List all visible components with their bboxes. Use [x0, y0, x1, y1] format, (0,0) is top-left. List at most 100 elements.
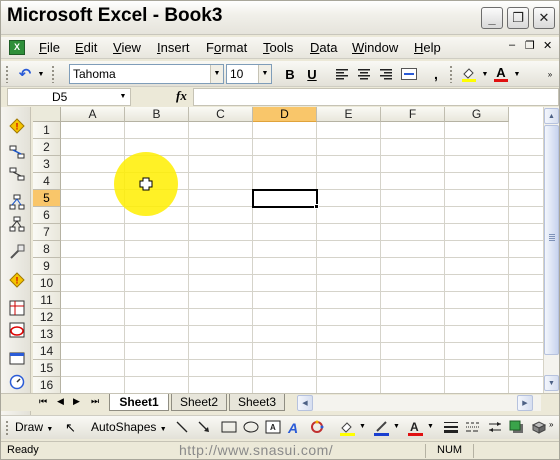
menu-view[interactable]: View [113, 40, 141, 55]
line-color-dropdown-icon[interactable]: ▼ [393, 423, 400, 430]
vertical-scroll-thumb[interactable] [544, 125, 559, 355]
select-all-corner[interactable] [33, 107, 61, 122]
line-color-icon[interactable] [373, 420, 391, 439]
prev-sheet-icon[interactable]: ◀ [57, 396, 64, 407]
circle-invalid-data-icon[interactable] [8, 321, 26, 339]
scroll-up-icon[interactable]: ▲ [544, 108, 559, 124]
toolbar-grip-2[interactable] [51, 65, 55, 83]
menu-insert[interactable]: Insert [157, 40, 190, 55]
column-header-d[interactable]: D [253, 107, 317, 122]
shadow-style-icon[interactable] [509, 420, 525, 437]
row-header-7[interactable]: 7 [33, 224, 61, 241]
row-header-13[interactable]: 13 [33, 326, 61, 343]
undo-dropdown-icon[interactable]: ▼ [37, 65, 45, 83]
font-name-combo[interactable]: Tahoma ▼ [69, 64, 224, 84]
row-header-11[interactable]: 11 [33, 292, 61, 309]
drawbar-grip[interactable] [5, 420, 9, 436]
excel-doc-icon[interactable]: X [9, 40, 25, 55]
arrow-icon[interactable] [197, 420, 211, 437]
name-box[interactable]: D5 ▼ [7, 88, 131, 106]
row-header-6[interactable]: 6 [33, 207, 61, 224]
merge-center-icon[interactable] [399, 65, 419, 83]
font-color-draw-dropdown-icon[interactable]: ▼ [427, 423, 434, 430]
line-style-icon[interactable] [443, 420, 459, 437]
select-objects-icon[interactable]: ↖ [65, 420, 76, 436]
toolbar-grip[interactable] [5, 65, 9, 83]
menu-file[interactable]: File [39, 40, 60, 55]
next-sheet-icon[interactable]: ▶ [73, 396, 80, 407]
minimize-button[interactable]: _ [481, 7, 503, 29]
active-cell[interactable] [252, 189, 318, 208]
doc-minimize-button[interactable]: – [509, 39, 515, 51]
font-size-combo[interactable]: 10 ▼ [226, 64, 272, 84]
name-box-dropdown-icon[interactable]: ▼ [116, 89, 130, 105]
remove-dependents-icon[interactable] [8, 215, 26, 233]
column-header-f[interactable]: F [381, 107, 445, 122]
font-color-draw-icon[interactable]: A [407, 420, 425, 439]
column-header-c[interactable]: C [189, 107, 253, 122]
fill-color-draw-icon[interactable] [339, 420, 357, 439]
row-header-12[interactable]: 12 [33, 309, 61, 326]
scroll-left-icon[interactable]: ◀ [297, 395, 313, 411]
fill-color-draw-dropdown-icon[interactable]: ▼ [359, 423, 366, 430]
row-header-15[interactable]: 15 [33, 360, 61, 377]
comma-style-button[interactable]: , [429, 65, 443, 83]
column-header-a[interactable]: A [61, 107, 125, 122]
fill-handle[interactable] [314, 204, 319, 209]
diagram-icon[interactable] [309, 420, 325, 437]
toolbar-options-icon[interactable]: » [546, 65, 554, 83]
trace-error-icon[interactable]: ! [8, 117, 26, 135]
row-header-9[interactable]: 9 [33, 258, 61, 275]
menu-help[interactable]: Help [414, 40, 441, 55]
scroll-right-icon[interactable]: ▶ [517, 395, 533, 411]
watch-window-icon[interactable] [8, 349, 26, 367]
oval-icon[interactable] [243, 420, 259, 437]
align-center-icon[interactable] [355, 65, 373, 83]
menu-edit[interactable]: Edit [75, 40, 97, 55]
close-button[interactable]: ✕ [533, 7, 555, 29]
drawbar-options-icon[interactable]: » [549, 420, 553, 429]
bold-button[interactable]: B [281, 65, 299, 83]
dash-style-icon[interactable] [465, 420, 481, 437]
fill-color-dropdown-icon[interactable]: ▼ [481, 65, 489, 83]
draw-menu[interactable]: Draw ▼ [15, 420, 53, 434]
formula-input[interactable] [193, 88, 559, 106]
new-comment-icon[interactable] [8, 299, 26, 317]
remove-precedents-icon[interactable] [8, 165, 26, 183]
insert-function-icon[interactable]: fx [176, 88, 187, 104]
fill-color-icon[interactable] [459, 65, 479, 83]
line-icon[interactable] [175, 420, 189, 437]
row-header-5[interactable]: 5 [33, 190, 61, 207]
toolbar-grip-3[interactable] [449, 65, 453, 83]
column-header-g[interactable]: G [445, 107, 509, 122]
doc-close-button[interactable]: ✕ [543, 39, 552, 52]
row-header-3[interactable]: 3 [33, 156, 61, 173]
worksheet-grid[interactable]: A B C D E F G 1 2 3 4 5 6 7 8 9 10 11 12 13 14 15 16 [33, 107, 543, 393]
first-sheet-icon[interactable]: ⏮ [39, 396, 47, 407]
vertical-scrollbar[interactable]: ▲ ▼ [543, 107, 559, 393]
row-header-1[interactable]: 1 [33, 122, 61, 139]
tab-sheet3[interactable]: Sheet3 [229, 394, 285, 411]
row-header-16[interactable]: 16 [33, 377, 61, 393]
font-color-icon[interactable]: A [491, 65, 511, 83]
align-left-icon[interactable] [333, 65, 351, 83]
font-name-dropdown-icon[interactable]: ▼ [210, 65, 223, 83]
align-right-icon[interactable] [377, 65, 395, 83]
trace-precedents-icon[interactable] [8, 143, 26, 161]
row-header-4[interactable]: 4 [33, 173, 61, 190]
error-checking-icon[interactable]: ! [8, 271, 26, 289]
autoshapes-menu[interactable]: AutoShapes ▼ [91, 420, 167, 434]
undo-icon[interactable]: ↶ [15, 65, 35, 83]
row-header-10[interactable]: 10 [33, 275, 61, 292]
tab-sheet2[interactable]: Sheet2 [171, 394, 227, 411]
tab-sheet1[interactable]: Sheet1 [109, 394, 169, 411]
menu-data[interactable]: Data [310, 40, 337, 55]
remove-all-arrows-icon[interactable] [8, 243, 26, 261]
row-header-2[interactable]: 2 [33, 139, 61, 156]
row-header-14[interactable]: 14 [33, 343, 61, 360]
restore-button[interactable]: ❐ [507, 7, 529, 29]
underline-button[interactable]: U [303, 65, 321, 83]
menu-format[interactable]: Format [206, 40, 247, 55]
font-size-dropdown-icon[interactable]: ▼ [258, 65, 271, 83]
evaluate-formula-icon[interactable] [8, 373, 26, 391]
